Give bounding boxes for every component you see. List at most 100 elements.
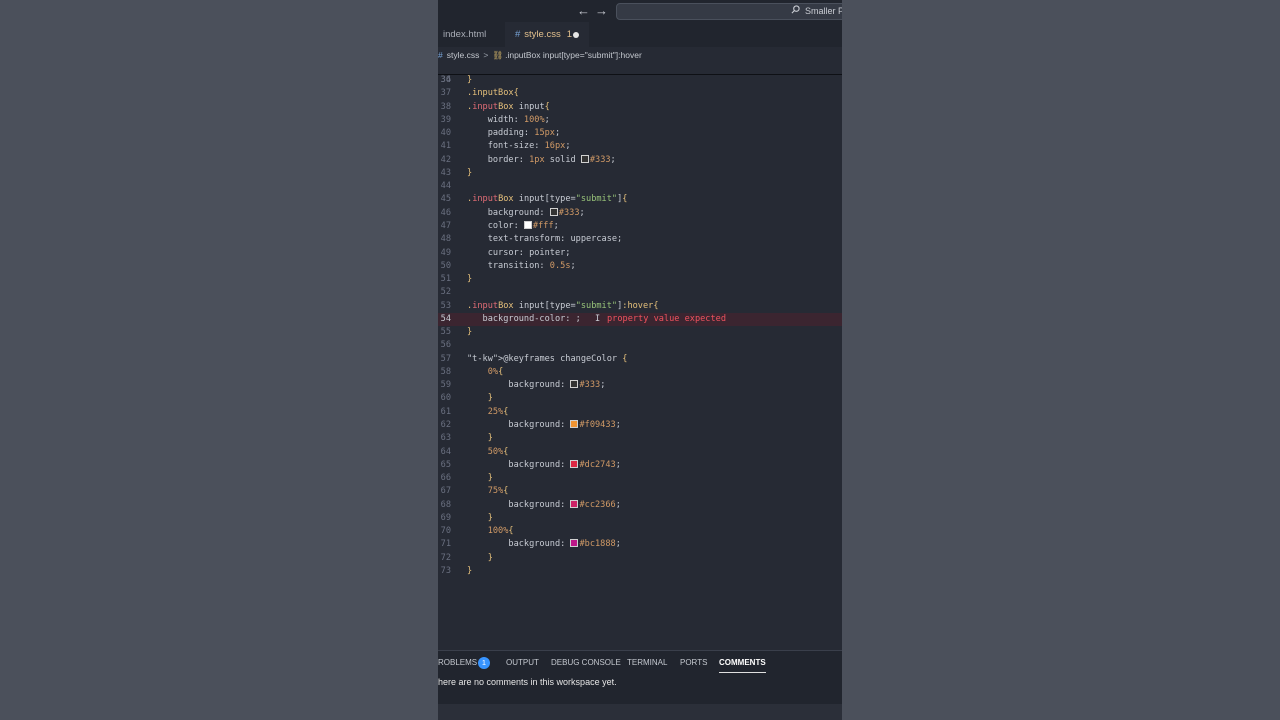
line-number: 71 <box>440 539 451 550</box>
code-text: font-size: 16px; <box>467 141 571 152</box>
code-line[interactable]: 68 background: #cc2366; <box>438 499 842 512</box>
line-number: 60 <box>440 393 451 404</box>
code-line[interactable]: 65 background: #dc2743; <box>438 459 842 472</box>
code-line[interactable]: 40 padding: 15px; <box>438 127 842 140</box>
bottom-panel: ROBLEMS 1 OUTPUT DEBUG CONSOLE TERMINAL … <box>438 650 842 705</box>
code-text: .inputBox input[type="submit"]:hover{ <box>467 300 659 311</box>
code-line[interactable]: 41 font-size: 16px; <box>438 140 842 153</box>
breadcrumb: # style.css > ⛓ .inputBox input[type="submit… <box>438 48 842 62</box>
color-swatch[interactable] <box>570 539 579 548</box>
line-number: 43 <box>440 167 451 178</box>
search-icon <box>791 4 800 19</box>
code-text: } <box>487 393 493 404</box>
line-number: 42 <box>440 154 451 165</box>
search-text: Smaller Pr <box>805 6 842 16</box>
code-line[interactable]: 52 <box>438 286 842 299</box>
code-line[interactable]: 50 transition: 0.5s; <box>438 260 842 273</box>
color-swatch[interactable] <box>549 207 558 216</box>
code-text: background: #f09433; <box>467 420 621 431</box>
left-background <box>0 0 438 720</box>
color-swatch[interactable] <box>570 380 579 389</box>
color-swatch[interactable] <box>580 154 589 163</box>
code-line[interactable]: 51} <box>438 273 842 286</box>
code-line[interactable]: 46 background: #333; <box>438 207 842 220</box>
line-number: 47 <box>440 220 451 231</box>
code-line[interactable]: 44 <box>438 180 842 193</box>
line-number: 49 <box>440 247 451 258</box>
code-text: 100%{ <box>487 526 514 537</box>
line-number: 65 <box>440 459 451 470</box>
code-text: } <box>467 167 473 178</box>
line-number: 54 <box>440 313 451 324</box>
code-line[interactable]: 71 background: #bc1888; <box>438 538 842 551</box>
code-line[interactable]: 70 100%{ <box>438 525 842 538</box>
code-line[interactable]: 38 .inputBox input{ <box>438 101 842 114</box>
code-line[interactable]: 49 cursor: pointer; <box>438 247 842 260</box>
code-line[interactable]: 62 background: #f09433; <box>438 419 842 432</box>
sticky-code: .inputBox{ <box>467 88 519 98</box>
code-line[interactable]: 69 } <box>438 512 842 525</box>
tab-label: index.html <box>443 29 487 40</box>
breadcrumb-file[interactable]: style.css <box>447 50 480 60</box>
tab-comments[interactable]: COMMENTS <box>719 657 766 673</box>
command-center-search[interactable]: Smaller Pr <box>616 3 842 20</box>
tab-style-css[interactable]: # style.css 1 <box>505 22 589 47</box>
color-swatch[interactable] <box>570 420 579 429</box>
color-swatch[interactable] <box>570 499 579 508</box>
problem-count-badge: 1 <box>566 29 573 40</box>
sticky-scroll-header[interactable]: 34 .inputBox{ <box>438 62 842 98</box>
line-number: 72 <box>440 552 451 563</box>
line-number: 66 <box>440 473 451 484</box>
code-line[interactable]: 39 width: 100%; <box>438 114 842 127</box>
tab-problems[interactable]: ROBLEMS <box>438 657 477 669</box>
code-text: } <box>467 327 473 338</box>
text-cursor-icon: I <box>595 313 601 324</box>
code-line[interactable]: 36} <box>438 74 842 87</box>
code-line[interactable]: 53 .inputBox input[type="submit"]:hover{ <box>438 300 842 313</box>
code-line[interactable]: 56 <box>438 339 842 352</box>
code-line[interactable]: 58 0%{ <box>438 366 842 379</box>
color-swatch[interactable] <box>523 220 532 229</box>
tab-ports[interactable]: PORTS <box>680 657 707 669</box>
code-line[interactable]: 57 "t-kw">@keyframes changeColor { <box>438 353 842 366</box>
tab-terminal[interactable]: TERMINAL <box>627 657 667 669</box>
code-line[interactable]: 61 25%{ <box>438 406 842 419</box>
line-number: 61 <box>440 406 451 417</box>
code-text: } <box>467 274 473 285</box>
forward-arrow-icon[interactable]: → <box>595 3 608 19</box>
code-line[interactable]: 54 background-color: ; Iproperty value ex… <box>438 312 842 326</box>
line-number: 39 <box>440 114 451 125</box>
code-line[interactable]: 64 50%{ <box>438 446 842 459</box>
line-number: 58 <box>440 366 451 377</box>
code-text: } <box>467 565 473 576</box>
status-bar <box>438 704 842 720</box>
line-number: 68 <box>440 499 451 510</box>
code-text: background: #bc1888; <box>467 539 621 550</box>
code-line[interactable]: 67 75%{ <box>438 485 842 498</box>
back-arrow-icon[interactable]: ← <box>577 3 590 19</box>
breadcrumb-symbol[interactable]: .inputBox input[type="submit"]:hover <box>505 50 642 60</box>
line-number: 73 <box>440 565 451 576</box>
code-line[interactable]: 66 } <box>438 472 842 485</box>
code-line[interactable]: 59 background: #333; <box>438 379 842 392</box>
code-line[interactable]: 45 .inputBox input[type="submit"]{ <box>438 193 842 206</box>
tab-output[interactable]: OUTPUT <box>506 657 539 669</box>
code-line[interactable]: 42 border: 1px solid #333; <box>438 154 842 167</box>
code-line[interactable]: 48 text-transform: uppercase; <box>438 233 842 246</box>
code-text: 0%{ <box>487 366 504 377</box>
code-line[interactable]: 47 color: #fff; <box>438 220 842 233</box>
color-swatch[interactable] <box>570 459 579 468</box>
unsaved-dot-icon[interactable] <box>573 32 579 38</box>
code-line[interactable]: 43} <box>438 167 842 180</box>
line-number: 51 <box>440 274 451 285</box>
code-line[interactable]: 60 } <box>438 392 842 405</box>
tab-index-html[interactable]: index.html <box>443 22 486 47</box>
code-line[interactable]: 63 } <box>438 432 842 445</box>
code-line[interactable]: 73} <box>438 565 842 578</box>
tab-debug-console[interactable]: DEBUG CONSOLE <box>551 657 621 669</box>
line-number: 44 <box>440 181 451 192</box>
code-text: background: #cc2366; <box>467 499 621 510</box>
code-editor[interactable]: 34 .inputBox{ 36} 37 38 .inputBox input{39 … <box>438 62 842 650</box>
code-line[interactable]: 72 } <box>438 552 842 565</box>
code-line[interactable]: 55} <box>438 326 842 339</box>
